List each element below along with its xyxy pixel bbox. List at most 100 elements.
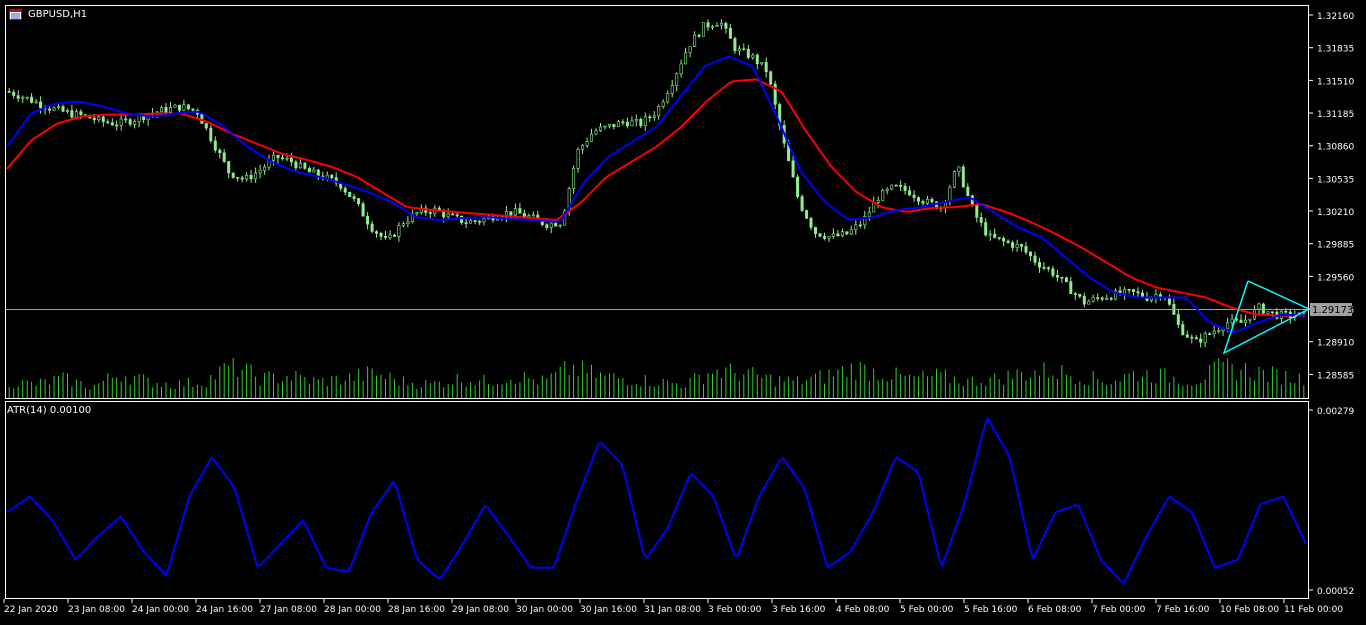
candle-body [1060,276,1064,279]
candle-body [845,231,849,235]
candle-body [885,188,889,191]
price-tick-label: 1.30535 [1317,175,1354,185]
candle-body [231,172,235,178]
candle-body [249,175,253,180]
candle-body [106,121,110,124]
candle-body [1127,289,1131,291]
candle-body [397,225,401,237]
candle-body [1109,297,1113,300]
candle-body [805,210,809,219]
candle-body [464,222,468,224]
candle-body [25,96,29,99]
time-tick-label: 5 Feb 16:00 [964,605,1018,615]
candle-body [316,169,320,177]
candle-body [1257,303,1261,310]
candle-body [1046,267,1050,270]
time-tick-label: 24 Jan 00:00 [132,605,189,615]
candle-body [549,222,553,228]
time-tick-label: 10 Feb 08:00 [1220,605,1279,615]
candle-body [684,52,688,65]
candle-body [48,108,52,111]
candle-body [1270,311,1274,314]
candle-body [169,107,173,113]
candle-body [598,126,602,132]
candle-body [1217,330,1221,333]
candle-body [952,171,956,188]
candle-body [545,224,549,228]
candle-body [621,121,625,124]
candle-body [661,101,665,107]
candle-body [831,233,835,237]
candle-body [1284,310,1288,313]
candle-body [191,108,195,111]
candle-body [1230,318,1234,324]
candle-body [701,22,705,37]
candle-body [1091,297,1095,302]
time-tick-label: 22 Jan 2020 [4,605,58,615]
atr-tick-label: 0.00052 [1317,587,1354,597]
candle-body [585,141,589,146]
candle-body [178,104,182,111]
candle-body [993,233,997,238]
candle-body [280,157,284,160]
time-tick-label: 3 Feb 16:00 [772,605,826,615]
chart-window[interactable]: 1.32160 1.31835 1.31510 1.31185 1.30860 1.305… [0,0,1366,621]
candle-body [379,233,383,237]
candle-body [616,121,620,128]
candle-body [1176,314,1180,325]
candle-body [204,123,208,129]
candle-body [361,203,365,217]
candle-body [1123,289,1127,295]
candle-body [406,221,410,225]
candle-body [648,116,652,119]
candle-body [74,111,78,118]
candle-body [899,184,903,187]
candle-body [133,121,137,125]
candle-body [16,95,20,99]
candle-body [307,168,311,173]
candle-body [61,106,65,112]
candle-body [697,34,701,37]
candle-body [652,115,656,118]
candle-body [1020,244,1024,247]
candle-body [693,34,697,47]
time-tick-label: 5 Feb 00:00 [900,605,954,615]
candle-body [948,186,952,202]
candle-body [746,48,750,58]
time-tick-label: 28 Jan 16:00 [388,605,445,615]
candle-body [446,213,450,218]
candle-body [79,111,83,115]
candle-body [925,199,929,204]
candle-body [1051,268,1055,276]
candle-body [124,118,128,121]
candle-body [1136,291,1140,294]
time-tick-label: 29 Jan 08:00 [452,605,509,615]
candle-body [357,198,361,204]
candle-body [876,200,880,203]
chart-canvas[interactable]: 1.32160 1.31835 1.31510 1.31185 1.30860 1.305… [0,0,1366,621]
candle-body [666,93,670,103]
candle-body [607,124,611,127]
candle-body [657,106,661,117]
candle-body [894,184,898,187]
candle-body [630,120,634,127]
candle-body [218,149,222,154]
price-tick-label: 1.31185 [1317,110,1354,120]
candle-body [822,236,826,239]
time-tick-label: 6 Feb 08:00 [1028,605,1082,615]
candle-body [975,205,979,218]
candle-body [710,26,714,28]
candle-body [186,104,190,110]
current-price-value: 1.29173 [1312,305,1353,316]
candle-body [245,175,249,180]
candle-body [383,236,387,238]
time-tick-label: 3 Feb 00:00 [708,605,762,615]
candle-body [1078,293,1082,297]
time-tick-label: 31 Jan 08:00 [644,605,701,615]
atr-tick-label: 0.00279 [1317,407,1354,417]
candle-body [415,212,419,215]
price-tick-label: 1.28910 [1317,339,1354,349]
candle-body [478,221,482,223]
candle-body [1011,242,1015,248]
candle-body [236,177,240,179]
